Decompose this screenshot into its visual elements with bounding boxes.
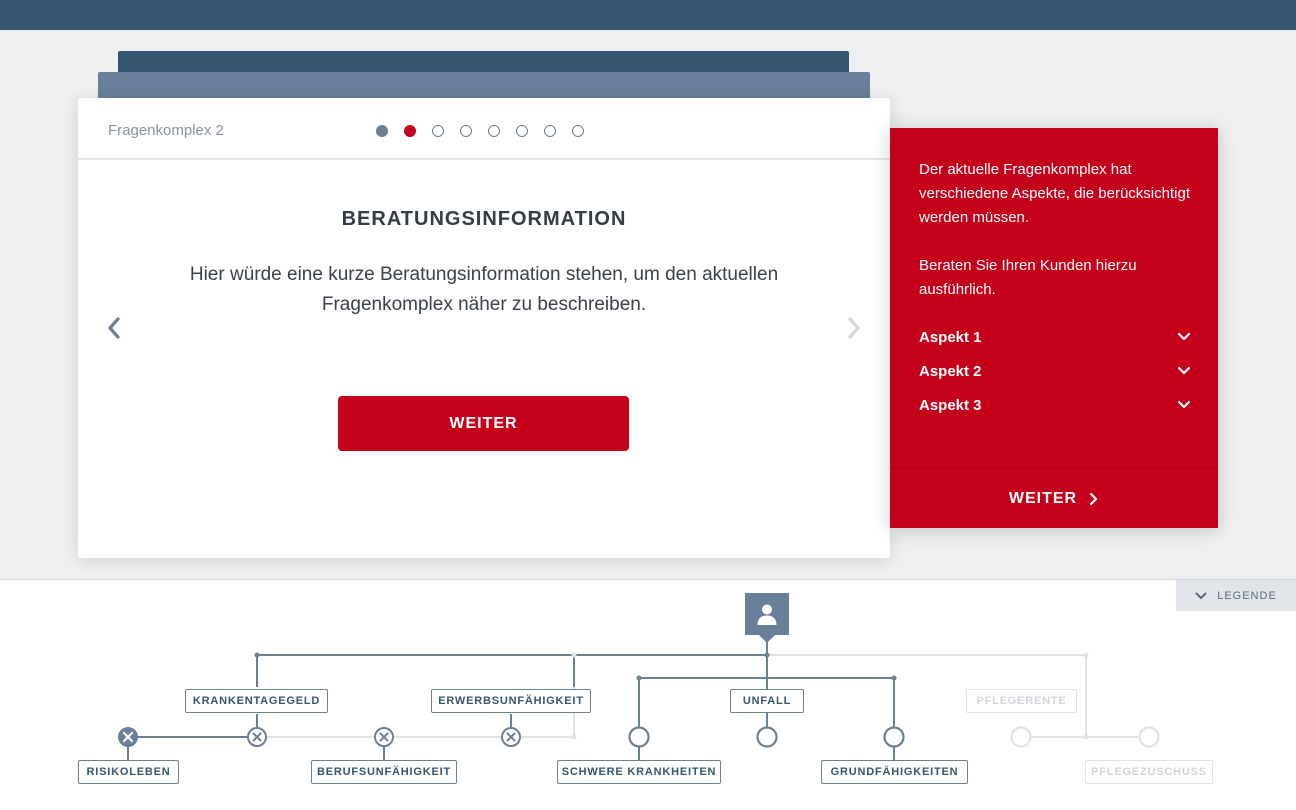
info-panel: Der aktuelle Fragenkomplex hat verschied… bbox=[890, 128, 1218, 528]
label-grundfaehigkeiten[interactable]: GRUNDFÄHIGKEITEN bbox=[821, 760, 968, 784]
side-weiter-label: WEITER bbox=[1008, 489, 1078, 507]
aspect-label: Aspekt 2 bbox=[919, 362, 982, 380]
next-arrow-icon[interactable] bbox=[842, 316, 866, 340]
step-dot-1[interactable] bbox=[376, 125, 388, 137]
card-label: Fragenkomplex 2 bbox=[108, 122, 224, 139]
customer-avatar bbox=[745, 593, 789, 635]
card-title: BERATUNGSINFORMATION bbox=[341, 208, 627, 230]
label-schwere-krankheiten[interactable]: SCHWERE KRANKHEITEN bbox=[557, 760, 721, 784]
node-schwere-krankheiten[interactable] bbox=[628, 726, 650, 748]
person-icon bbox=[757, 604, 777, 625]
node-risikoleben[interactable] bbox=[118, 727, 138, 747]
info-paragraph-2: Beraten Sie Ihren Kunden hierzu ausführl… bbox=[919, 257, 1137, 298]
step-dot-6[interactable] bbox=[516, 125, 528, 137]
label-erwerbsunfaehigkeit[interactable]: ERWERBSUNFÄHIGKEIT bbox=[431, 689, 591, 713]
prev-arrow-icon[interactable] bbox=[102, 316, 126, 340]
step-dot-8[interactable] bbox=[572, 125, 584, 137]
label-pflegezuschuss[interactable]: PFLEGEZUSCHUSS bbox=[1085, 760, 1213, 784]
chevron-down-icon bbox=[1177, 366, 1191, 375]
label-berufsunfaehigkeit[interactable]: BERUFSUNFÄHIGKEIT bbox=[311, 760, 457, 784]
card-text: Hier würde eine kurze Beratungsinformati… bbox=[189, 264, 779, 315]
label-risikoleben[interactable]: RISIKOLEBEN bbox=[78, 760, 179, 784]
product-tree-panel: LEGENDE KRANKENTAGEGELD ERWERBSUNFÄHIGKE… bbox=[0, 579, 1296, 810]
step-dot-5[interactable] bbox=[488, 125, 500, 137]
chevron-down-icon bbox=[1177, 332, 1191, 341]
node-berufsunfaehigkeit[interactable] bbox=[374, 727, 394, 747]
side-weiter-button[interactable]: WEITER bbox=[890, 469, 1218, 528]
question-card: Fragenkomplex 2 BERATUNGSINFORMATION Hie… bbox=[78, 98, 890, 558]
node-grundfaehigkeiten[interactable] bbox=[883, 726, 905, 748]
top-bar bbox=[0, 0, 1296, 30]
node-krankentagegeld[interactable] bbox=[247, 727, 267, 747]
card-header: Fragenkomplex 2 bbox=[78, 98, 890, 160]
step-indicator bbox=[376, 125, 584, 137]
node-erwerbsunfaehigkeit[interactable] bbox=[501, 727, 521, 747]
weiter-button[interactable]: WEITER bbox=[338, 396, 629, 451]
step-dot-7[interactable] bbox=[544, 125, 556, 137]
step-dot-2[interactable] bbox=[404, 125, 416, 137]
step-dot-3[interactable] bbox=[432, 125, 444, 137]
label-unfall[interactable]: UNFALL bbox=[730, 689, 804, 713]
chevron-down-icon bbox=[1177, 400, 1191, 409]
aspect-item-1[interactable]: Aspekt 1 bbox=[919, 320, 1191, 354]
info-text: Der aktuelle Fragenkomplex hat verschied… bbox=[919, 158, 1199, 302]
info-paragraph-1: Der aktuelle Fragenkomplex hat verschied… bbox=[919, 161, 1190, 226]
node-pflegerente[interactable] bbox=[1010, 726, 1032, 748]
step-dot-4[interactable] bbox=[460, 125, 472, 137]
node-unfall[interactable] bbox=[756, 726, 778, 748]
label-pflegerente[interactable]: PFLEGERENTE bbox=[966, 689, 1077, 713]
aspect-item-3[interactable]: Aspekt 3 bbox=[919, 388, 1191, 422]
aspect-item-2[interactable]: Aspekt 2 bbox=[919, 354, 1191, 388]
chevron-right-icon bbox=[1090, 492, 1098, 505]
label-krankentagegeld[interactable]: KRANKENTAGEGELD bbox=[185, 689, 328, 713]
aspect-label: Aspekt 3 bbox=[919, 396, 982, 414]
aspect-label: Aspekt 1 bbox=[919, 328, 982, 346]
aspect-list: Aspekt 1 Aspekt 2 Aspekt 3 bbox=[919, 320, 1191, 422]
node-pflegezuschuss[interactable] bbox=[1138, 726, 1160, 748]
